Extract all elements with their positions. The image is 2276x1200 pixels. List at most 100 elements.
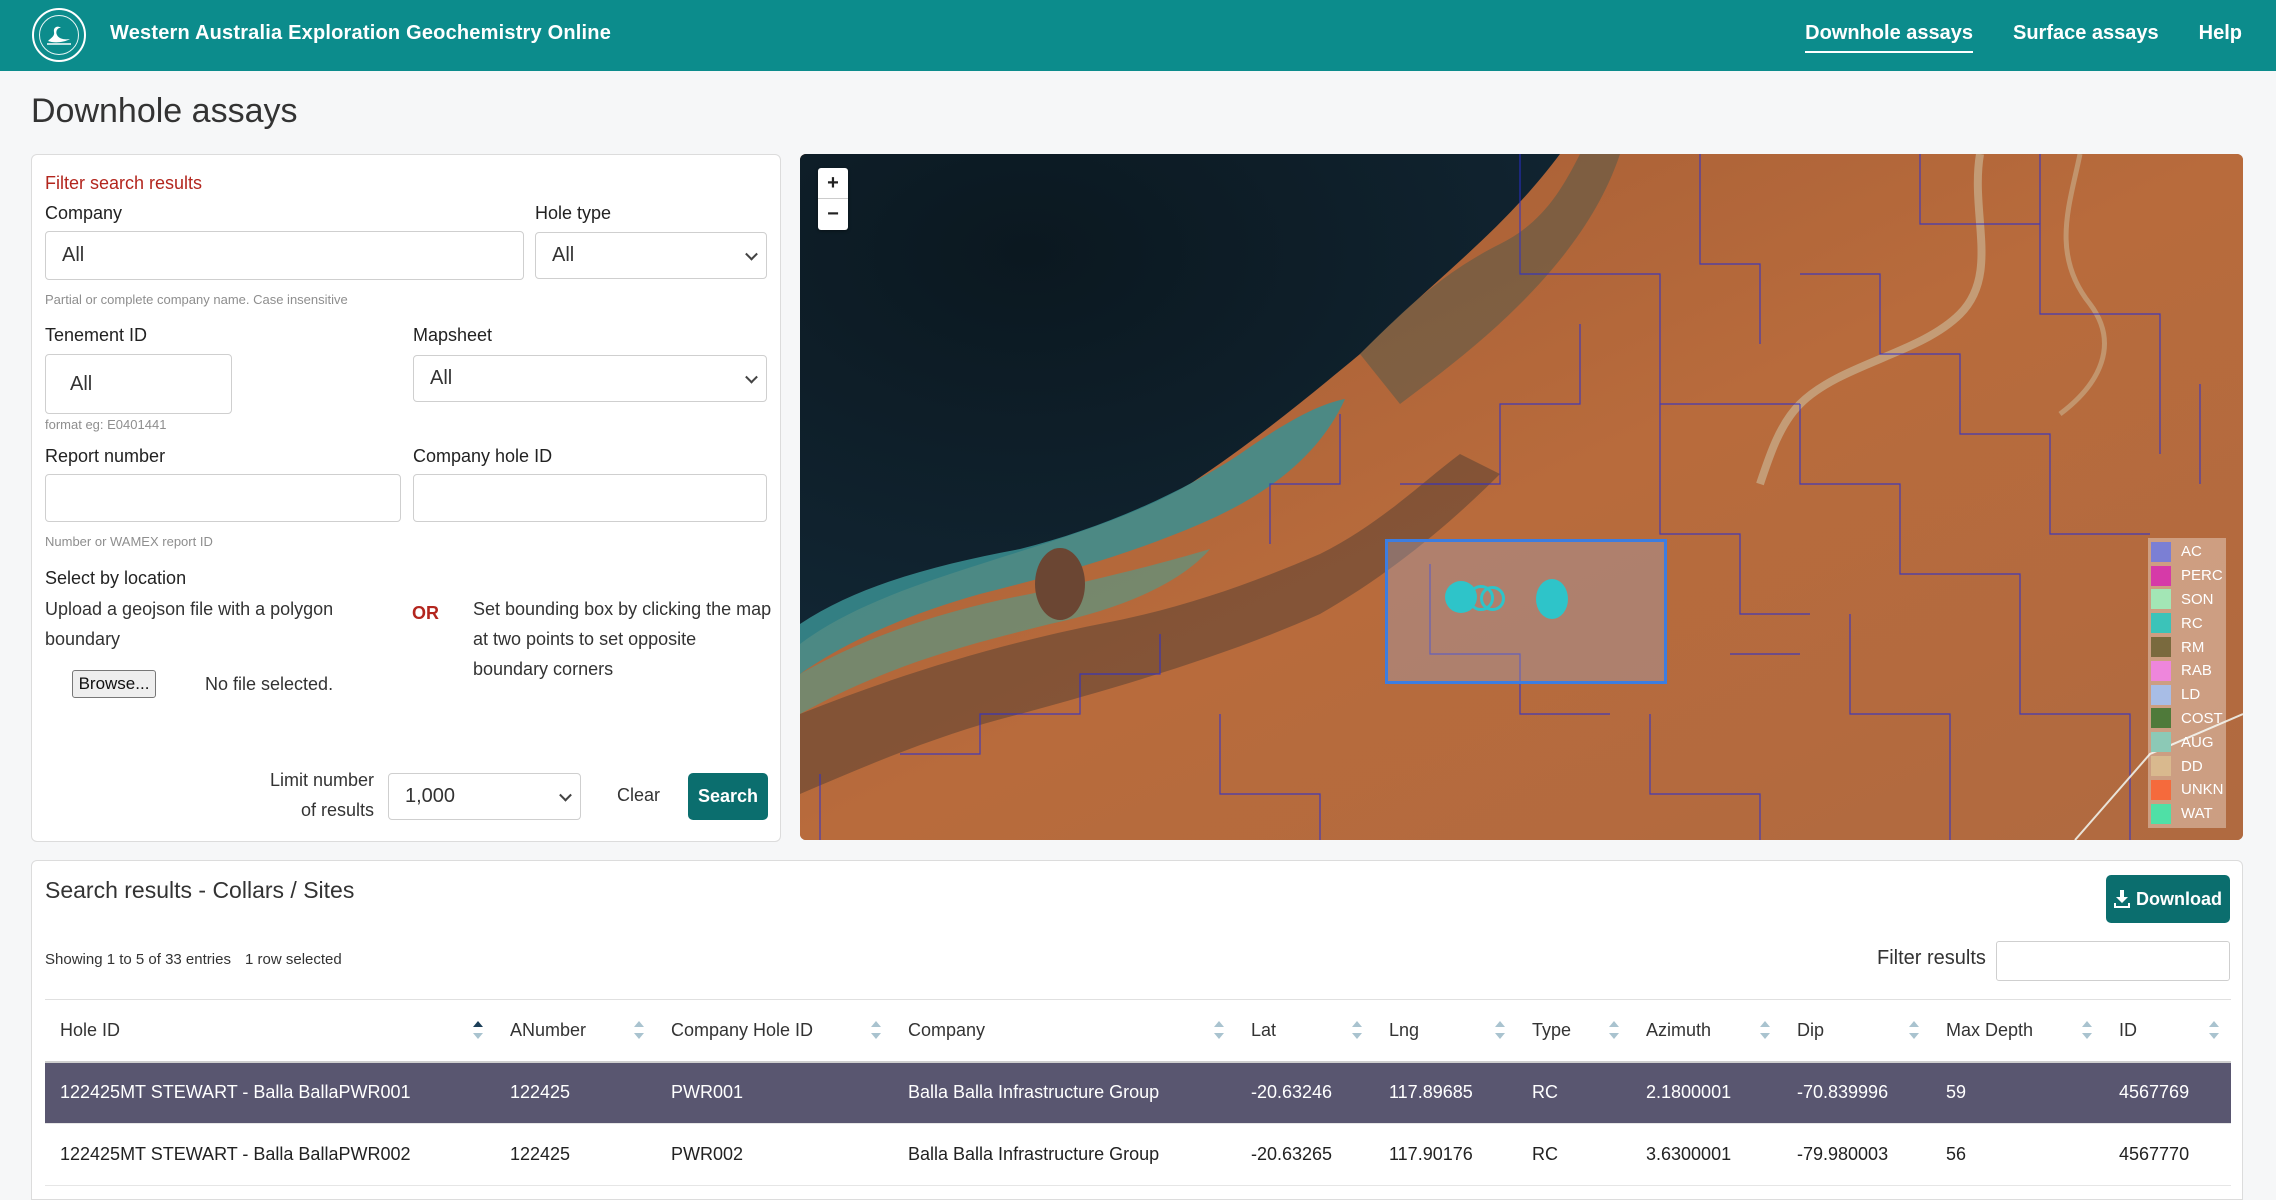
cell-hole-id: 122425MT STEWART - Balla BallaPWR001	[45, 1061, 495, 1124]
drillhole-marker[interactable]	[1480, 586, 1505, 611]
sort-icon	[871, 1021, 881, 1040]
sort-icon	[1609, 1021, 1619, 1040]
upload-text-line: boundary	[45, 629, 121, 649]
cell-dip: -70.839996	[1782, 1061, 1931, 1124]
download-icon	[2114, 890, 2130, 908]
bounding-box-selection[interactable]	[1385, 539, 1667, 684]
column-header-company-hole-id[interactable]: Company Hole ID	[656, 999, 893, 1063]
cell-id: 4567770	[2104, 1123, 2231, 1186]
showing-entries-text: Showing 1 to 5 of 33 entries	[45, 951, 231, 968]
legend-item: WAT	[2148, 802, 2226, 826]
legend-label: COST	[2181, 709, 2223, 727]
report-number-input[interactable]	[45, 474, 401, 522]
legend-label: UNKN	[2181, 781, 2224, 799]
legend-label: RAB	[2181, 662, 2212, 680]
legend-item: AUG	[2148, 730, 2226, 754]
mapsheet-value: All	[430, 367, 453, 389]
clear-button[interactable]: Clear	[617, 785, 660, 806]
cell-dip: -79.980003	[1782, 1123, 1931, 1186]
browse-button[interactable]: Browse...	[72, 670, 156, 698]
sort-icon	[1760, 1021, 1770, 1040]
legend-item: AC	[2148, 540, 2226, 564]
limit-label-line: of results	[301, 800, 375, 820]
legend-item: RC	[2148, 611, 2226, 635]
nav-surface-assays[interactable]: Surface assays	[2013, 22, 2159, 53]
legend-swatch	[2151, 684, 2171, 705]
cell-company: Balla Balla Infrastructure Group	[893, 1061, 1236, 1124]
cell-company-hole-id: PWR001	[656, 1061, 893, 1124]
column-header-label: Company	[908, 1019, 986, 1040]
results-title: Search results - Collars / Sites	[45, 877, 355, 903]
download-button[interactable]: Download	[2106, 875, 2230, 923]
zoom-in-button[interactable]: +	[818, 168, 848, 199]
column-header-dip[interactable]: Dip	[1782, 999, 1931, 1063]
mapsheet-select[interactable]: All	[413, 355, 767, 402]
sort-icon	[1909, 1021, 1919, 1040]
column-header-id[interactable]: ID	[2104, 999, 2231, 1063]
company-hint: Partial or complete company name. Case i…	[45, 292, 348, 307]
legend-swatch	[2151, 565, 2171, 586]
legend-swatch	[2151, 708, 2171, 729]
sort-icon	[1352, 1021, 1362, 1040]
cell-hole-id: 122425MT STEWART - Balla BallaPWR002	[45, 1123, 495, 1186]
column-header-azimuth[interactable]: Azimuth	[1631, 999, 1782, 1063]
tenement-input[interactable]: All	[45, 354, 232, 414]
select-by-location-label: Select by location	[45, 568, 187, 588]
swan-emblem-icon	[39, 15, 79, 55]
table-row[interactable]: 122425MT STEWART - Balla BallaPWR002 122…	[45, 1123, 2231, 1186]
report-number-label: Report number	[45, 446, 166, 466]
legend-item: RAB	[2148, 659, 2226, 683]
zoom-control: + −	[818, 168, 848, 230]
legend-swatch	[2151, 732, 2171, 753]
column-header-label: Type	[1532, 1019, 1572, 1040]
chevron-down-icon	[745, 370, 758, 384]
table-row[interactable]: 122425MT STEWART - Balla BallaPWR001 122…	[45, 1061, 2231, 1124]
cell-lat: -20.63246	[1236, 1061, 1374, 1124]
filter-results-input[interactable]	[1996, 941, 2230, 981]
map-view[interactable]: + − AC PERC SON RC RM RAB LD COST AUG DD UNKN WAT	[800, 154, 2243, 840]
column-header-label: ANumber	[510, 1019, 587, 1040]
sort-icon	[634, 1021, 644, 1040]
legend-item: UNKN	[2148, 778, 2226, 802]
column-header-max-depth[interactable]: Max Depth	[1931, 999, 2104, 1063]
limit-label: Limit number of results	[270, 765, 374, 825]
nav-help[interactable]: Help	[2199, 22, 2242, 53]
column-header-label: ID	[2119, 1019, 2137, 1040]
bounding-box-text: Set bounding box by clicking the map at …	[473, 594, 771, 684]
sort-icon	[2082, 1021, 2092, 1040]
legend-label: LD	[2181, 686, 2201, 704]
limit-label-line: Limit number	[270, 770, 375, 790]
column-header-lng[interactable]: Lng	[1374, 999, 1517, 1063]
column-header-hole-id[interactable]: Hole ID	[45, 999, 495, 1063]
upload-text: Upload a geojson file with a polygon bou…	[45, 594, 333, 654]
wa-government-logo[interactable]	[32, 8, 86, 62]
cell-azimuth: 3.6300001	[1631, 1123, 1782, 1186]
limit-value: 1,000	[405, 785, 456, 807]
main-nav: Downhole assays Surface assays Help	[1805, 22, 2242, 53]
legend-swatch	[2151, 756, 2171, 777]
sort-icon	[1214, 1021, 1224, 1040]
column-header-type[interactable]: Type	[1517, 999, 1631, 1063]
column-header-company[interactable]: Company	[893, 999, 1236, 1063]
cell-id: 4567769	[2104, 1061, 2231, 1124]
chevron-down-icon	[559, 788, 572, 802]
search-button[interactable]: Search	[688, 773, 768, 820]
company-hole-id-input[interactable]	[413, 474, 767, 522]
column-header-anumber[interactable]: ANumber	[495, 999, 656, 1063]
report-number-hint: Number or WAMEX report ID	[45, 534, 213, 549]
drillhole-marker[interactable]	[1536, 579, 1568, 619]
legend-swatch	[2151, 803, 2171, 824]
hole-type-select[interactable]: All	[535, 232, 767, 279]
legend-item: LD	[2148, 683, 2226, 707]
bbox-text-line: at two points to set opposite	[473, 629, 697, 649]
nav-downhole-assays[interactable]: Downhole assays	[1805, 22, 1973, 53]
column-header-lat[interactable]: Lat	[1236, 999, 1374, 1063]
legend-item: PERC	[2148, 564, 2226, 588]
legend-label: AC	[2181, 543, 2202, 561]
zoom-out-button[interactable]: −	[818, 199, 848, 230]
legend-label: SON	[2181, 590, 2214, 608]
limit-select[interactable]: 1,000	[388, 773, 581, 820]
company-label: Company	[45, 203, 123, 223]
download-label: Download	[2136, 888, 2222, 909]
company-input[interactable]: All	[45, 231, 524, 280]
